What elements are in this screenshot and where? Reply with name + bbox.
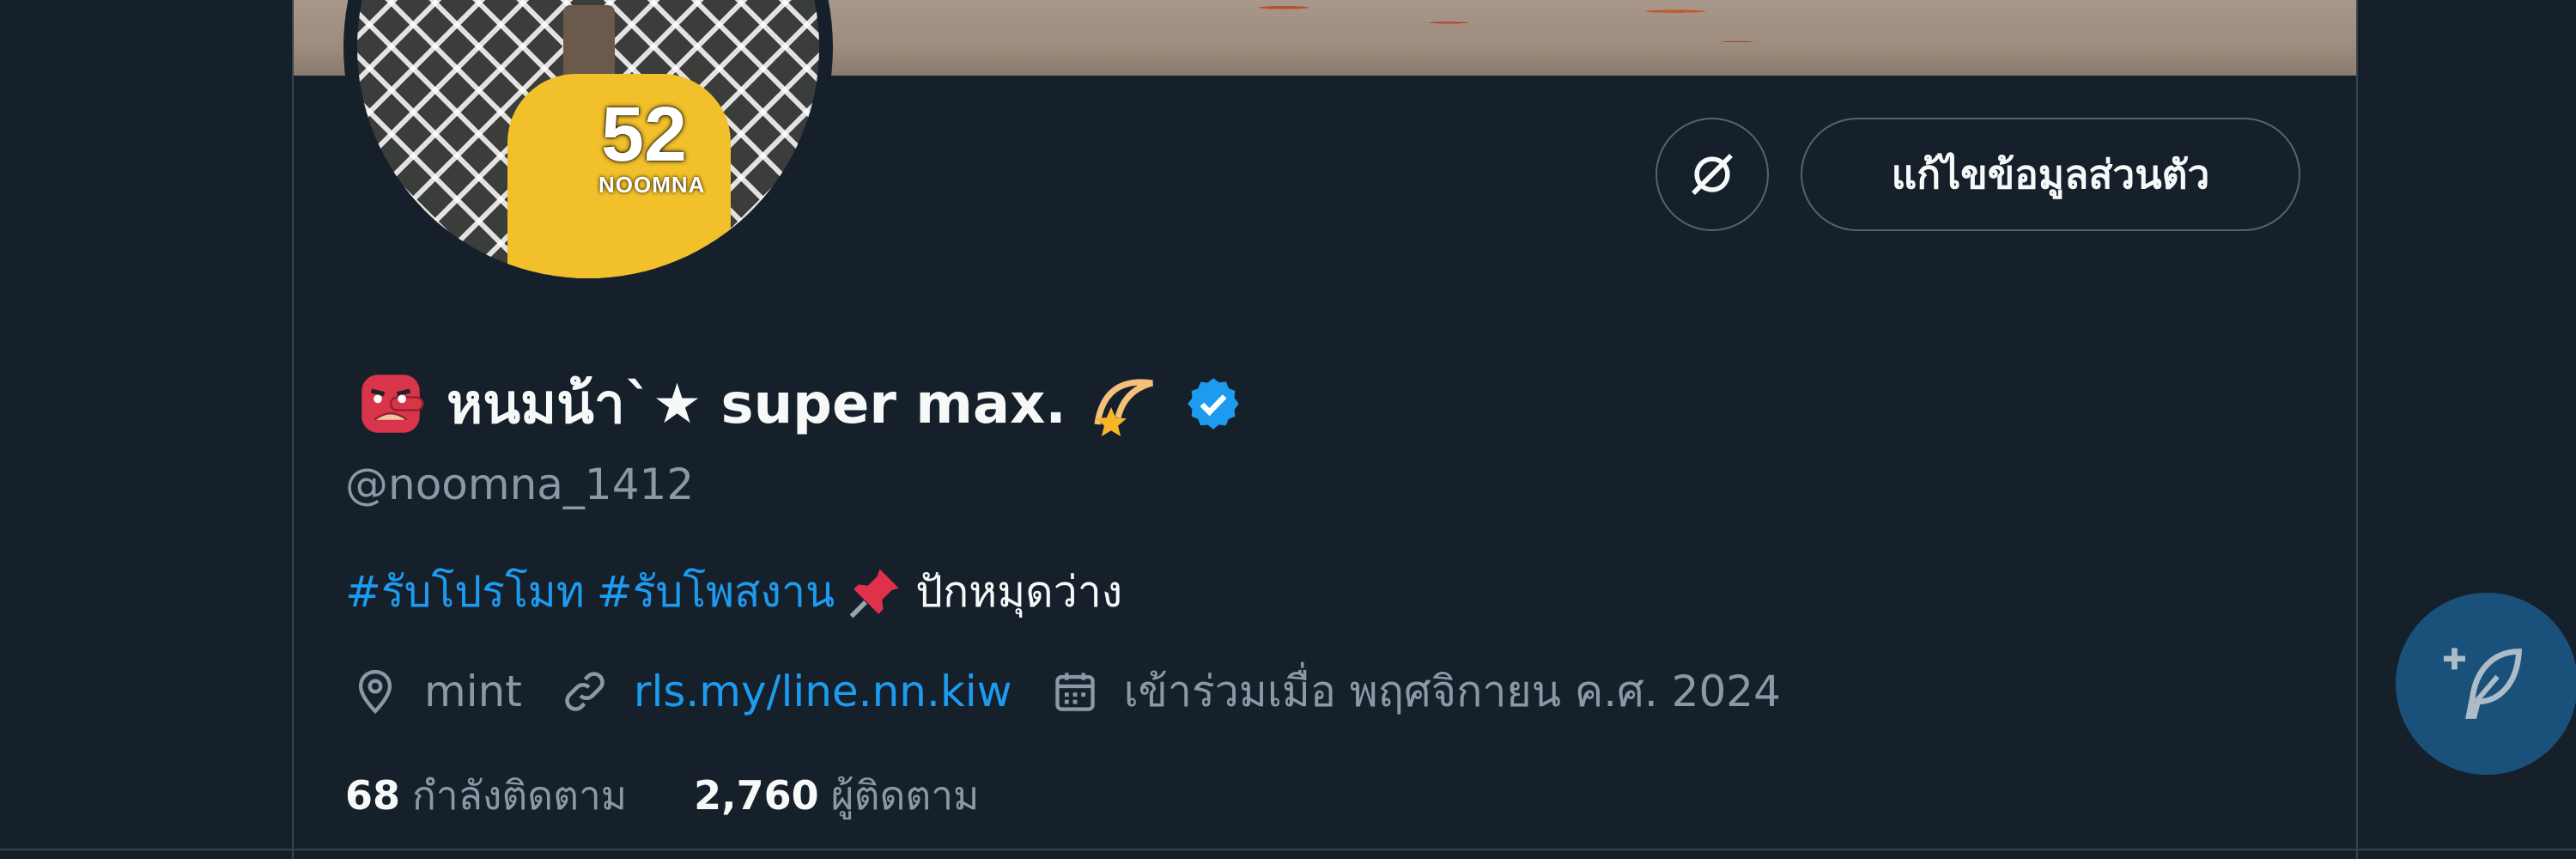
profile-meta: mint rls.my/line.nn.kiw เข้าร่วมเมื่อ พฤ… bbox=[350, 661, 1819, 722]
followers-link[interactable]: 2,760 ผู้ติดตาม bbox=[694, 765, 979, 827]
location-pin-icon bbox=[358, 669, 392, 715]
location-text: mint bbox=[424, 667, 522, 716]
following-link[interactable]: 68 กำลังติดตาม bbox=[345, 765, 627, 827]
edit-profile-button[interactable]: แก้ไขข้อมูลส่วนตัว bbox=[1801, 118, 2300, 231]
tengu-mask-emoji-icon bbox=[361, 375, 424, 433]
follow-stats: 68 กำลังติดตาม 2,760 ผู้ติดตาม bbox=[345, 765, 979, 827]
circle-slash-icon bbox=[1692, 154, 1733, 195]
verified-badge-icon[interactable] bbox=[1183, 374, 1243, 434]
display-name: หนมน้า`★ super max. bbox=[447, 373, 1066, 436]
compose-post-button[interactable] bbox=[2396, 593, 2576, 775]
professional-tools-button[interactable] bbox=[1656, 118, 1769, 231]
section-divider bbox=[0, 849, 2576, 850]
website-link[interactable]: rls.my/line.nn.kiw bbox=[634, 667, 1012, 716]
location-item: mint bbox=[350, 667, 522, 716]
bio-hashtag-link[interactable]: #รับโพสงาน bbox=[597, 558, 835, 626]
joined-date: เข้าร่วมเมื่อ พฤศจิกายน ค.ศ. 2024 bbox=[1123, 666, 1781, 716]
user-handle: @noomna_1412 bbox=[345, 460, 695, 509]
following-count: 68 bbox=[345, 772, 401, 819]
avatar-tag: NOOMNA bbox=[598, 172, 706, 198]
following-label: กำลังติดตาม bbox=[412, 772, 628, 819]
bio-hashtag-link[interactable]: #รับโปรโมท bbox=[345, 558, 585, 626]
display-name-row: หนมน้า`★ super max. bbox=[352, 361, 1243, 447]
pushpin-emoji-icon bbox=[849, 569, 899, 618]
joined-item: เข้าร่วมเมื่อ พฤศจิกายน ค.ศ. 2024 bbox=[1050, 658, 1781, 726]
avatar-number: 52 bbox=[601, 92, 688, 178]
dizzy-star-emoji-icon bbox=[1094, 379, 1153, 436]
calendar-icon bbox=[1054, 673, 1095, 711]
profile-bio: #รับโปรโมท #รับโพสงาน ปักหมุดว่าง bbox=[345, 558, 1122, 626]
compose-feather-icon bbox=[2444, 648, 2523, 719]
website-item: rls.my/line.nn.kiw bbox=[560, 667, 1012, 716]
bio-text: ปักหมุดว่าง bbox=[915, 567, 1123, 617]
followers-label: ผู้ติดตาม bbox=[830, 772, 980, 819]
followers-count: 2,760 bbox=[694, 772, 819, 819]
link-icon bbox=[565, 672, 605, 711]
